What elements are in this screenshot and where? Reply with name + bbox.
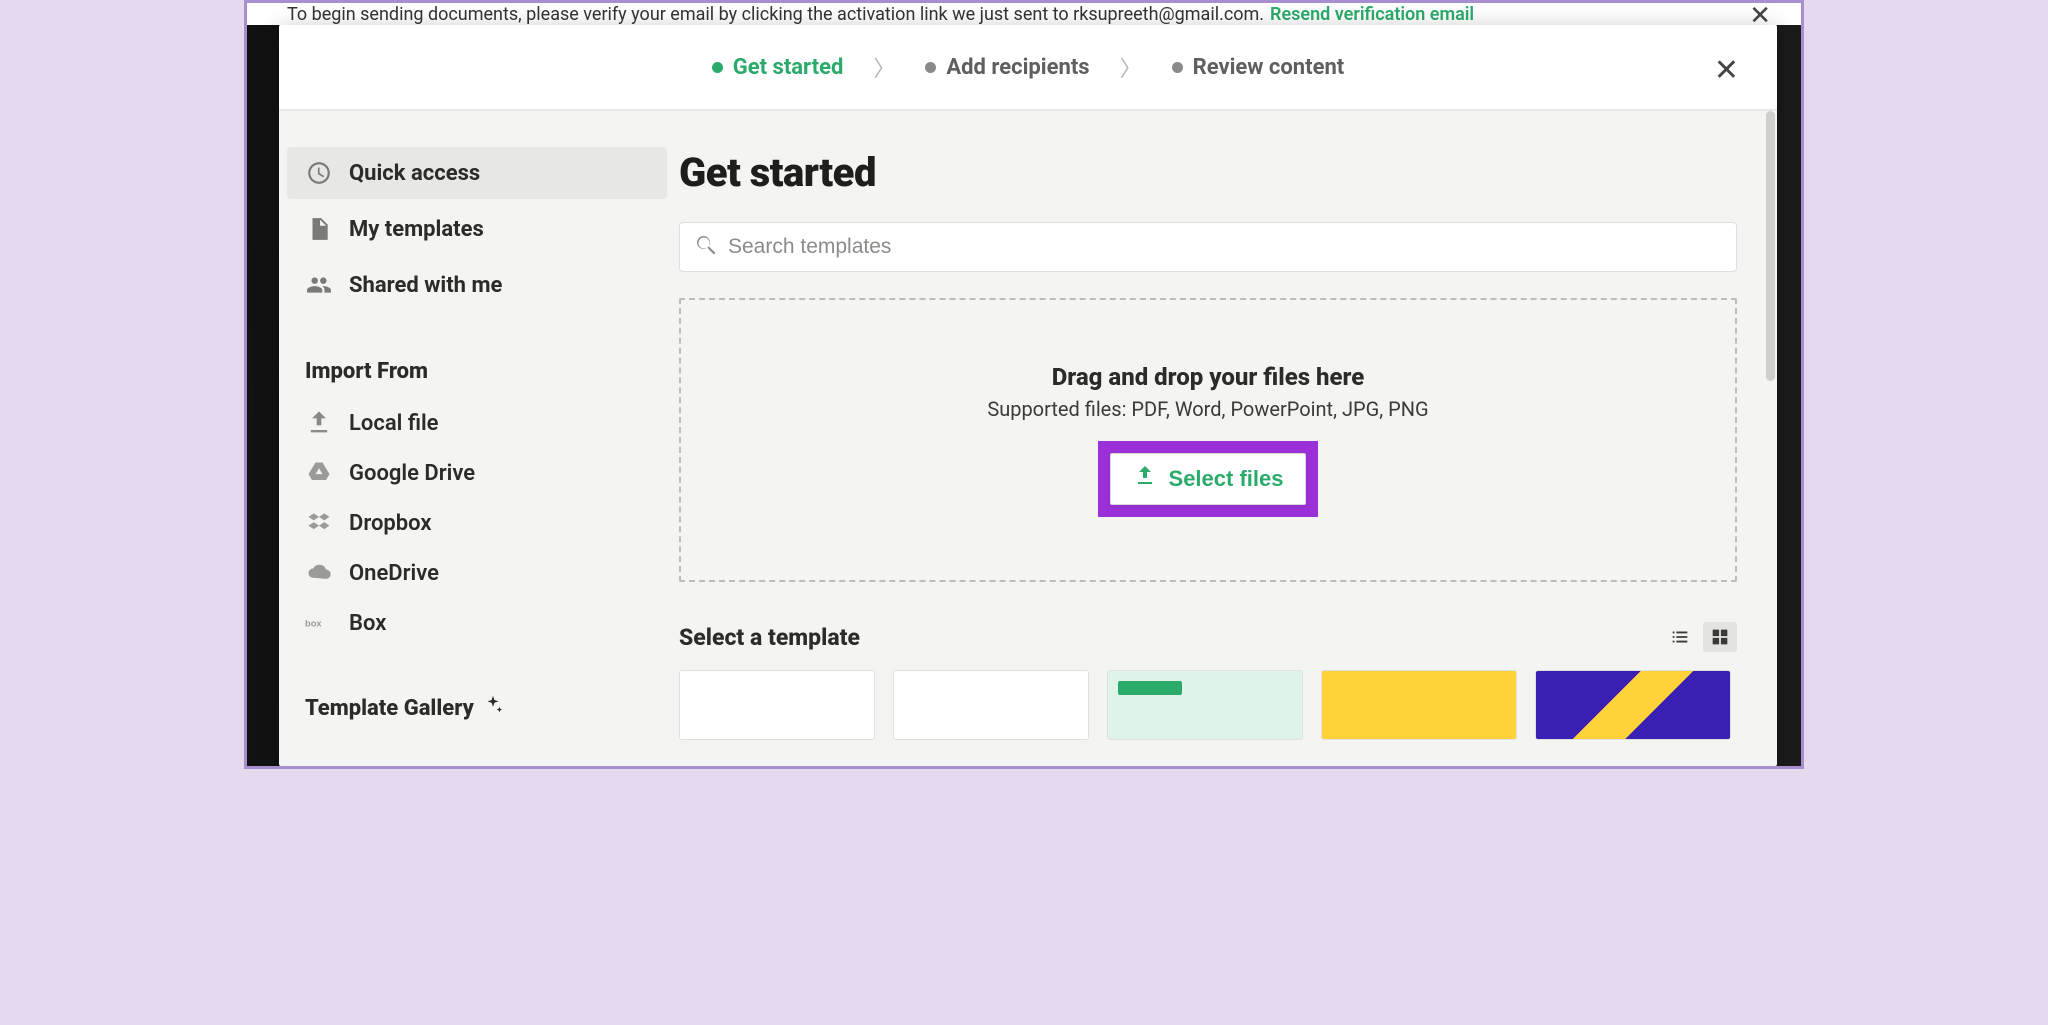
upload-icon: [1133, 464, 1157, 494]
step-label: Add recipients: [946, 55, 1089, 80]
template-card[interactable]: [893, 670, 1089, 740]
import-dropbox[interactable]: Dropbox: [287, 498, 667, 548]
people-icon: [305, 271, 333, 299]
import-box[interactable]: box Box: [287, 598, 667, 648]
sidebar-item-label: Shared with me: [349, 273, 502, 298]
select-template-heading: Select a template: [679, 624, 860, 651]
onedrive-icon: [305, 559, 333, 587]
sidebar-item-my-templates[interactable]: My templates: [287, 203, 667, 255]
sidebar-item-shared-with-me[interactable]: Shared with me: [287, 259, 667, 311]
import-from-heading: Import From: [279, 315, 675, 398]
scrollbar[interactable]: [1766, 111, 1775, 381]
sidebar-item-label: Quick access: [349, 161, 480, 186]
import-google-drive[interactable]: Google Drive: [287, 448, 667, 498]
google-drive-icon: [305, 459, 333, 487]
verify-email-banner: To begin sending documents, please verif…: [247, 3, 1801, 25]
dropbox-icon: [305, 509, 333, 537]
template-gallery-label: Template Gallery: [305, 696, 474, 721]
banner-close-icon[interactable]: ✕: [1749, 3, 1771, 25]
select-files-button[interactable]: Select files: [1110, 453, 1307, 505]
template-card[interactable]: [679, 670, 875, 740]
search-input[interactable]: [728, 235, 1722, 259]
search-icon: [694, 233, 718, 261]
create-document-modal: Get started 〉 Add recipients 〉 Review co…: [279, 25, 1777, 766]
resend-verification-link[interactable]: Resend verification email: [1270, 4, 1474, 25]
grid-view-button[interactable]: [1703, 622, 1737, 652]
sparkle-icon: [482, 694, 504, 722]
step-add-recipients[interactable]: Add recipients: [925, 55, 1089, 80]
import-label: Google Drive: [349, 461, 475, 486]
step-dot-icon: [1172, 62, 1183, 73]
select-files-label: Select files: [1169, 466, 1284, 492]
import-label: Dropbox: [349, 511, 432, 536]
template-gallery-heading[interactable]: Template Gallery: [279, 648, 675, 732]
import-onedrive[interactable]: OneDrive: [287, 548, 667, 598]
step-dot-icon: [925, 62, 936, 73]
modal-main: Get started Drag and drop your files her…: [675, 111, 1777, 766]
import-label: OneDrive: [349, 561, 439, 586]
step-label: Review content: [1193, 55, 1345, 80]
modal-sidebar: Quick access My templates Shared with me…: [279, 111, 675, 766]
annotation-highlight: Select files: [1098, 441, 1319, 517]
clock-icon: [305, 159, 333, 187]
import-local-file[interactable]: Local file: [287, 398, 667, 448]
step-dot-icon: [712, 62, 723, 73]
chevron-right-icon: 〉: [873, 51, 895, 83]
import-label: Box: [349, 611, 386, 636]
search-templates-field[interactable]: [679, 222, 1737, 272]
import-label: Local file: [349, 411, 439, 436]
file-icon: [305, 215, 333, 243]
banner-text: To begin sending documents, please verif…: [287, 4, 1264, 25]
step-label: Get started: [733, 55, 844, 80]
template-card[interactable]: [1535, 670, 1731, 740]
sidebar-item-label: My templates: [349, 217, 484, 242]
dropzone-subtitle: Supported files: PDF, Word, PowerPoint, …: [987, 397, 1428, 421]
upload-icon: [305, 409, 333, 437]
svg-text:box: box: [305, 619, 322, 629]
close-icon[interactable]: ✕: [1714, 53, 1739, 88]
chevron-right-icon: 〉: [1120, 51, 1142, 83]
sidebar-item-quick-access[interactable]: Quick access: [287, 147, 667, 199]
template-card[interactable]: [1107, 670, 1303, 740]
page-title: Get started: [679, 149, 1737, 196]
step-get-started[interactable]: Get started: [712, 55, 844, 80]
template-card[interactable]: [1321, 670, 1517, 740]
box-icon: box: [305, 609, 333, 637]
list-view-button[interactable]: [1663, 622, 1697, 652]
template-card-row: [679, 670, 1737, 740]
file-dropzone[interactable]: Drag and drop your files here Supported …: [679, 298, 1737, 582]
modal-stepper-header: Get started 〉 Add recipients 〉 Review co…: [279, 25, 1777, 111]
dropzone-title: Drag and drop your files here: [1052, 363, 1365, 391]
step-review-content[interactable]: Review content: [1172, 55, 1345, 80]
